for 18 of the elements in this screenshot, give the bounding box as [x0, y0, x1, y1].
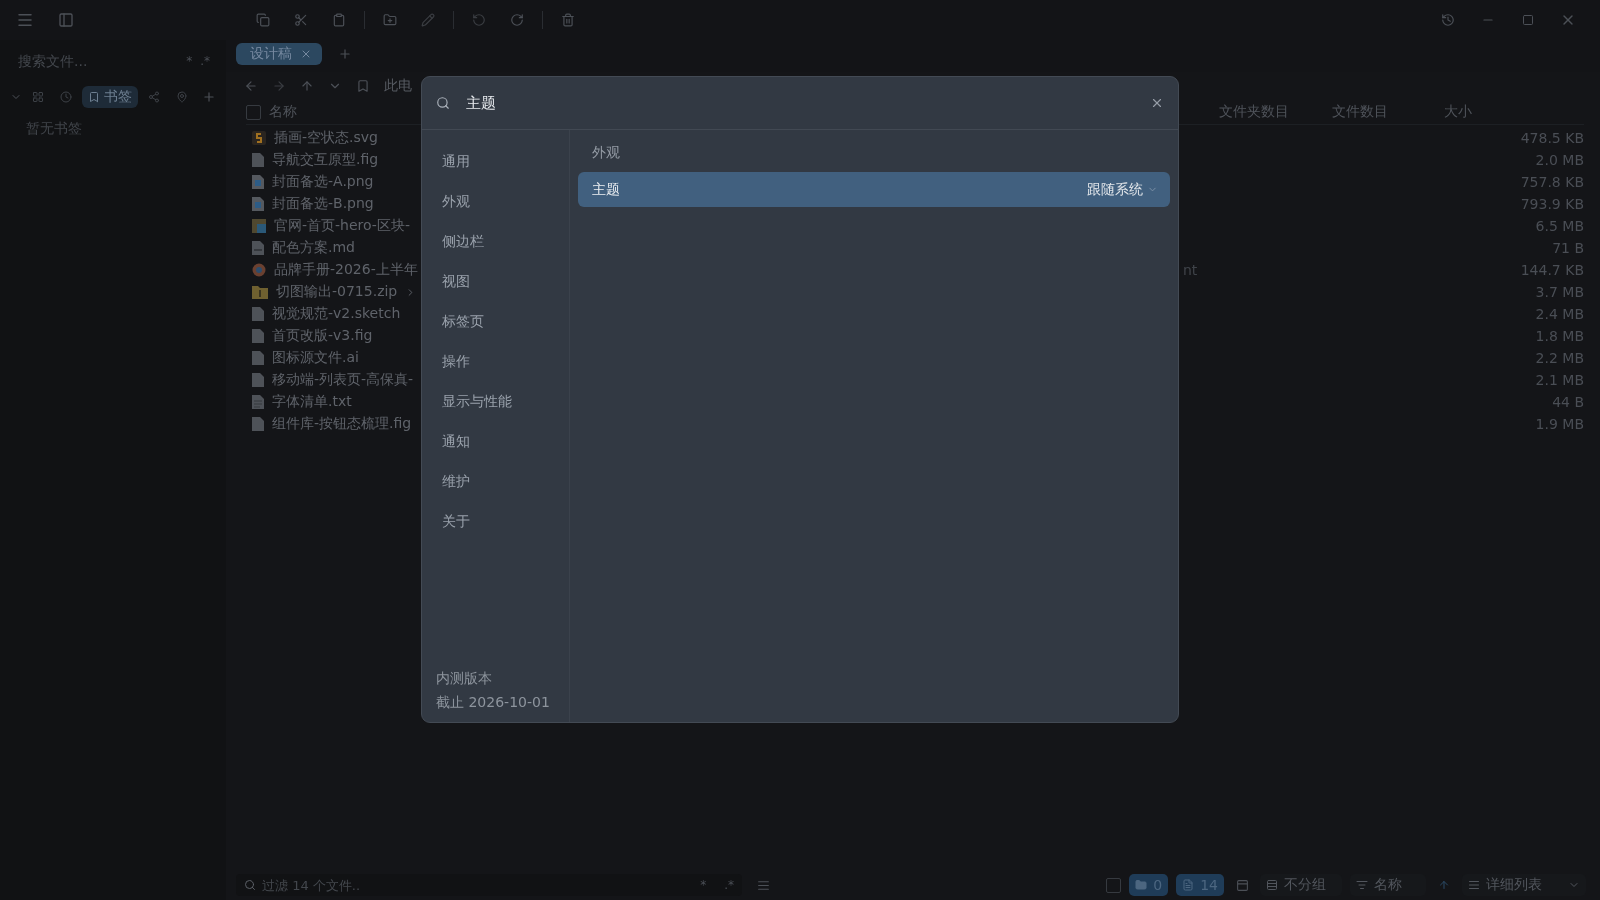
- file-size: 3.7 MB: [1534, 284, 1584, 300]
- version-text: 截止 2026-10-01: [436, 694, 551, 712]
- file-size: 1.9 MB: [1534, 416, 1584, 432]
- file-size: 71 B: [1551, 240, 1584, 256]
- file-size: 2.0 MB: [1534, 152, 1584, 168]
- file-size: 1.8 MB: [1534, 328, 1584, 344]
- file-size: 478.5 KB: [1519, 130, 1584, 146]
- file-size: 44 B: [1551, 394, 1584, 410]
- file-size: 2.2 MB: [1534, 350, 1584, 366]
- file-size: 757.8 KB: [1519, 174, 1584, 190]
- version-text: 内测版本: [436, 670, 493, 688]
- file-size: 144.7 KB: [1519, 262, 1584, 278]
- file-size: 2.1 MB: [1534, 372, 1584, 388]
- file-size: 793.9 KB: [1519, 196, 1584, 212]
- section-heading: 外观: [591, 143, 621, 162]
- file-size: 2.4 MB: [1534, 306, 1584, 322]
- file-size: 6.5 MB: [1534, 218, 1584, 234]
- setting-label: 主题: [592, 180, 620, 199]
